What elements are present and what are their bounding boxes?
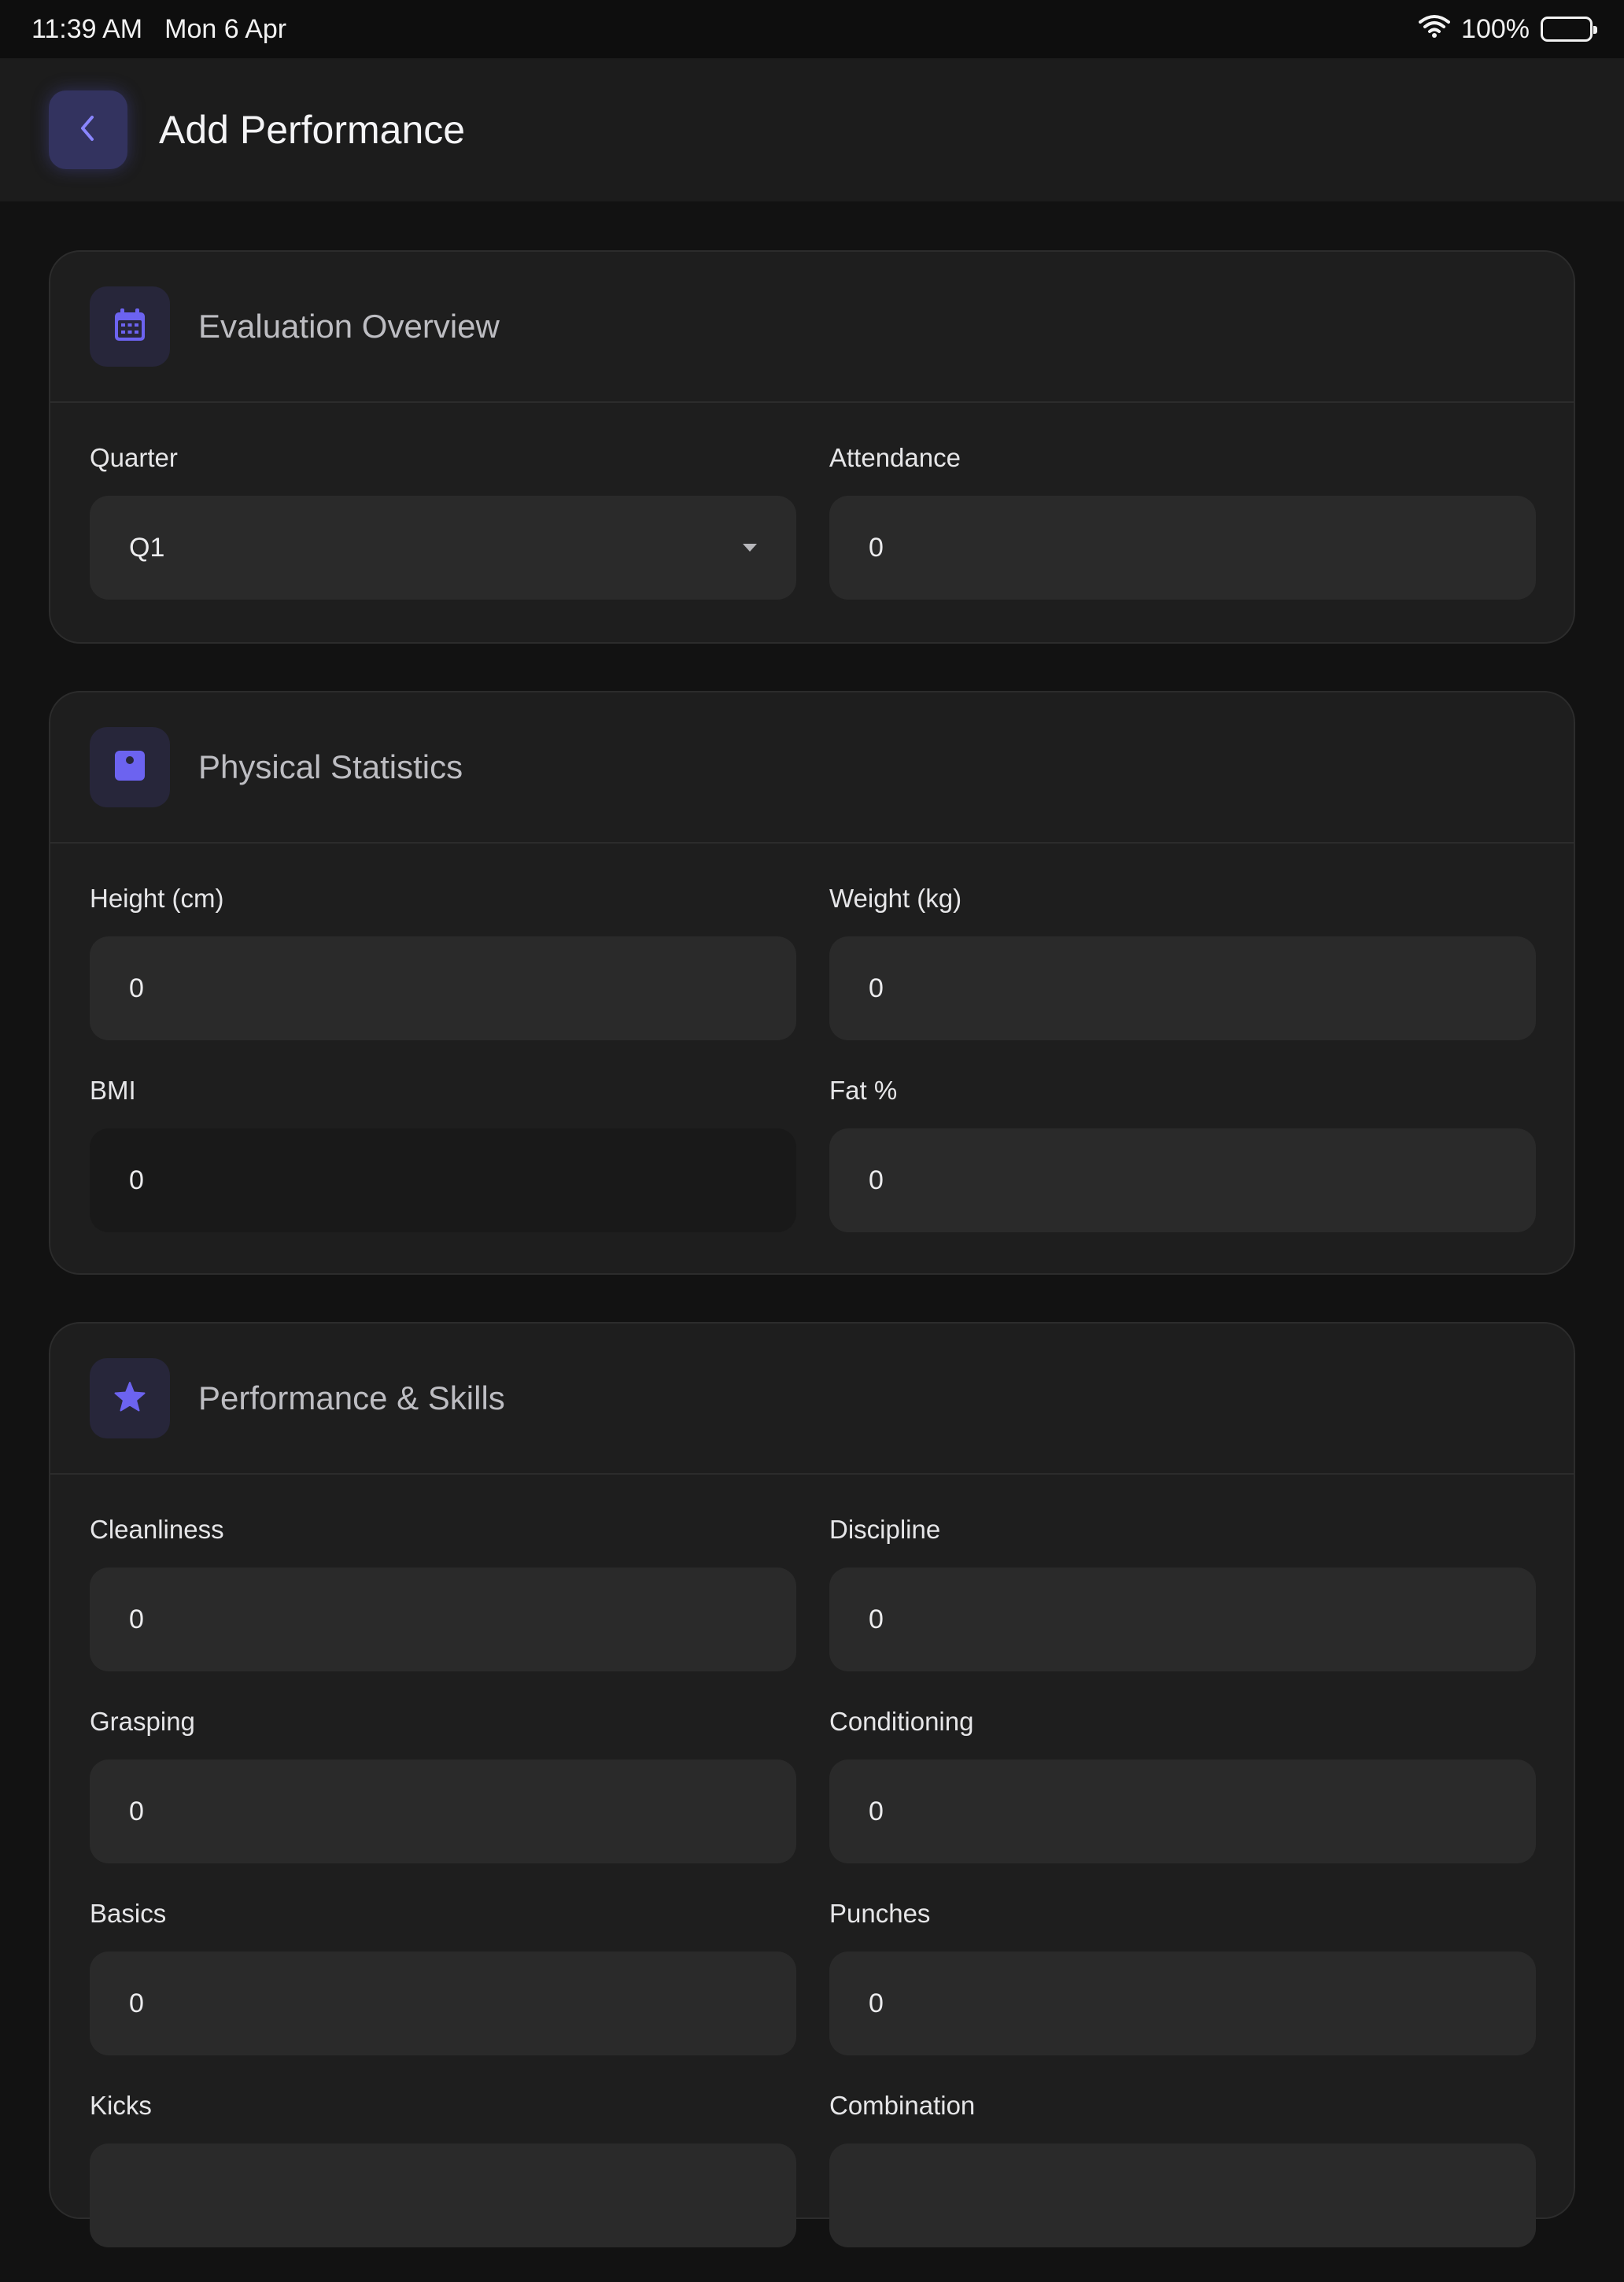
back-button[interactable] [49,90,127,169]
discipline-field: Discipline 0 [829,1514,1536,1671]
attendance-field: Attendance 0 [829,442,1536,600]
quarter-value: Q1 [129,532,165,563]
star-icon [114,1381,146,1416]
card-title: Physical Statistics [198,748,463,785]
basics-field: Basics 0 [90,1898,796,2055]
app-header: Add Performance [0,58,1624,201]
scale-icon [114,750,146,785]
basics-label: Basics [90,1899,167,1928]
grasping-field: Grasping 0 [90,1706,796,1863]
page-title: Add Performance [159,108,466,152]
performance-skills-card: Performance & Skills Cleanliness 0 Disci… [49,1322,1575,2247]
calendar-icon [113,308,146,346]
chevron-left-icon [76,113,100,148]
cleanliness-label: Cleanliness [90,1515,224,1544]
conditioning-input[interactable]: 0 [829,1760,1536,1863]
bmi-field: BMI 0 [90,1075,796,1232]
bmi-label: BMI [90,1076,136,1105]
basics-input[interactable]: 0 [90,1952,796,2055]
weight-field: Weight (kg) 0 [829,883,1536,1040]
card-header: Evaluation Overview [50,252,1574,403]
grasping-input[interactable]: 0 [90,1760,796,1863]
cleanliness-field: Cleanliness 0 [90,1514,796,1671]
combination-label: Combination [829,2091,976,2120]
discipline-label: Discipline [829,1515,941,1544]
status-time: 11:39 AM [31,13,143,44]
battery-icon [1541,17,1597,42]
kicks-input[interactable] [90,2144,796,2247]
status-date: Mon 6 Apr [164,13,287,44]
battery-percent: 100% [1461,13,1530,44]
weight-label: Weight (kg) [829,884,962,913]
wifi-icon [1419,14,1451,45]
punches-input[interactable]: 0 [829,1952,1536,2055]
kicks-field: Kicks [90,2090,796,2247]
combination-input[interactable] [829,2144,1536,2247]
fat-label: Fat % [829,1076,898,1105]
kicks-label: Kicks [90,2091,152,2120]
card-header: Performance & Skills [50,1324,1574,1475]
punches-field: Punches 0 [829,1898,1536,2055]
discipline-input[interactable]: 0 [829,1567,1536,1671]
caret-down-icon [743,544,757,552]
card-title: Performance & Skills [198,1379,505,1416]
grasping-label: Grasping [90,1707,195,1736]
physical-statistics-card: Physical Statistics Height (cm) 0 Weight… [49,691,1575,1275]
cleanliness-input[interactable]: 0 [90,1567,796,1671]
attendance-input[interactable]: 0 [829,496,1536,600]
status-bar: 11:39 AM Mon 6 Apr 100% [0,0,1624,58]
height-field: Height (cm) 0 [90,883,796,1040]
attendance-label: Attendance [829,443,961,472]
punches-label: Punches [829,1899,931,1928]
fat-input[interactable]: 0 [829,1128,1536,1232]
weight-input[interactable]: 0 [829,936,1536,1040]
height-input[interactable]: 0 [90,936,796,1040]
height-label: Height (cm) [90,884,224,913]
conditioning-field: Conditioning 0 [829,1706,1536,1863]
conditioning-label: Conditioning [829,1707,974,1736]
quarter-label: Quarter [90,443,178,472]
evaluation-overview-card: Evaluation Overview Quarter Q1 Attendanc… [49,250,1575,644]
quarter-select[interactable]: Q1 [90,496,796,600]
fat-field: Fat % 0 [829,1075,1536,1232]
bmi-value: 0 [90,1128,796,1232]
card-title: Evaluation Overview [198,308,500,345]
combination-field: Combination [829,2090,1536,2247]
quarter-field: Quarter Q1 [90,442,796,600]
card-header: Physical Statistics [50,692,1574,844]
